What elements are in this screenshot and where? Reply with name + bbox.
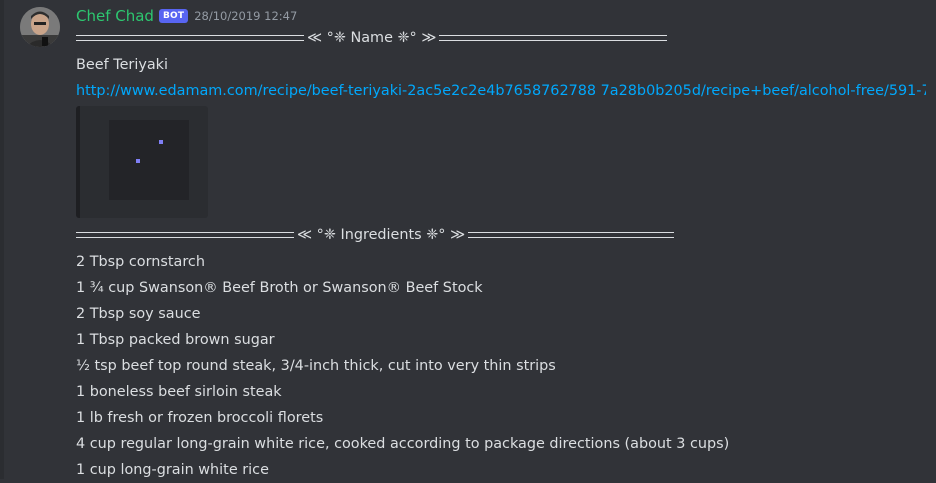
link-embed[interactable] bbox=[76, 106, 208, 218]
ingredients-heading: ≪ °❈ Ingredients ❈° ≫ bbox=[297, 227, 466, 243]
ingredients-divider: ≪ °❈ Ingredients ❈° ≫ bbox=[76, 224, 932, 246]
list-item: 1 cup long-grain white rice bbox=[76, 462, 269, 478]
list-item: 1 Tbsp packed brown sugar bbox=[76, 332, 275, 348]
embed-thumbnail[interactable] bbox=[109, 120, 189, 200]
thumbnail-dot bbox=[159, 140, 163, 144]
avatar-photo-icon bbox=[20, 7, 60, 47]
chat-message: Chef Chad BOT 28/10/2019 12:47 ≪ °❈ Name… bbox=[0, 0, 936, 479]
scrollbar-track[interactable] bbox=[0, 0, 4, 479]
avatar[interactable] bbox=[20, 7, 60, 47]
list-item: 2 Tbsp cornstarch bbox=[76, 254, 205, 270]
recipe-name: Beef Teriyaki bbox=[76, 57, 168, 73]
bot-badge: BOT bbox=[158, 9, 189, 23]
list-item: 4 cup regular long-grain white rice, coo… bbox=[76, 436, 730, 452]
list-item: 2 Tbsp soy sauce bbox=[76, 306, 201, 322]
list-item: 1 lb fresh or frozen broccoli florets bbox=[76, 410, 324, 426]
message-header: Chef Chad BOT 28/10/2019 12:47 bbox=[76, 6, 297, 26]
ingredients-list: 2 Tbsp cornstarch 1 ¾ cup Swanson® Beef … bbox=[76, 249, 932, 483]
recipe-link[interactable]: http://www.edamam.com/recipe/beef-teriya… bbox=[76, 78, 926, 104]
divider-rule-left bbox=[76, 35, 304, 41]
divider-rule-right bbox=[439, 35, 668, 41]
list-item: ½ tsp beef top round steak, 3/4-inch thi… bbox=[76, 358, 556, 374]
timestamp[interactable]: 28/10/2019 12:47 bbox=[194, 9, 297, 23]
divider-rule-right bbox=[468, 232, 675, 238]
divider-rule-left bbox=[76, 232, 294, 238]
thumbnail-dot bbox=[136, 159, 140, 163]
list-item: 1 ¾ cup Swanson® Beef Broth or Swanson® … bbox=[76, 280, 483, 296]
name-divider: ≪ °❈ Name ❈° ≫ bbox=[76, 27, 932, 49]
message-content: ≪ °❈ Name ❈° ≫ Beef Teriyaki http://www.… bbox=[76, 27, 932, 483]
list-item: 1 boneless beef sirloin steak bbox=[76, 384, 282, 400]
username[interactable]: Chef Chad bbox=[76, 7, 154, 25]
name-heading: ≪ °❈ Name ❈° ≫ bbox=[307, 30, 437, 46]
